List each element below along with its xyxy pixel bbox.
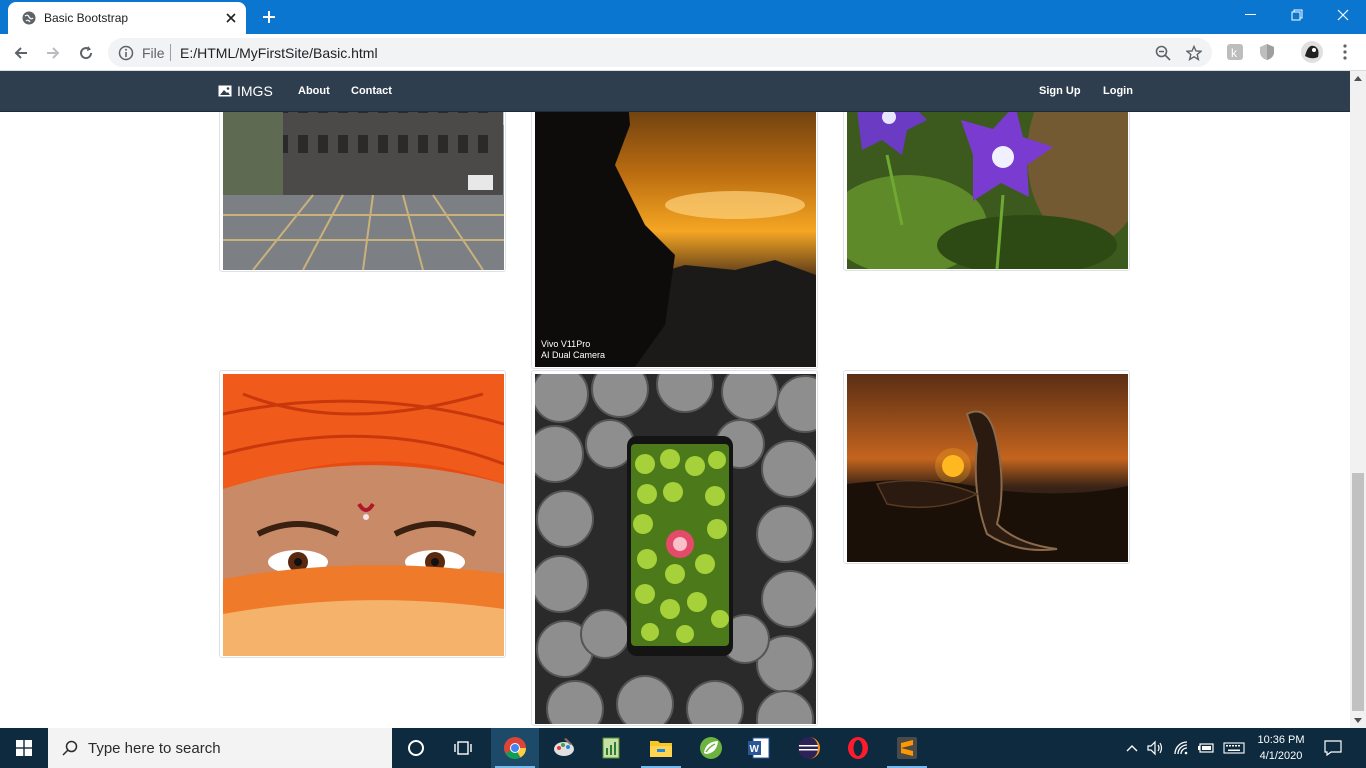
svg-text:k: k: [1231, 46, 1238, 60]
sunset-leaf-photo: [847, 374, 1128, 562]
zoom-icon[interactable]: [1154, 44, 1172, 62]
restore-icon[interactable]: [1274, 0, 1320, 30]
gallery-image-sunset-leaf[interactable]: [843, 370, 1130, 564]
windows-taskbar: Type here to search W 10:36 PM 4/1/2020: [0, 728, 1366, 768]
windows-start-icon[interactable]: [0, 728, 48, 768]
clock-date: 4/1/2020: [1259, 750, 1303, 762]
cortana-icon[interactable]: [392, 728, 440, 768]
task-view-icon[interactable]: [440, 728, 488, 768]
file-explorer-icon[interactable]: [637, 728, 685, 768]
svg-text:W: W: [750, 744, 760, 755]
sublime-text-icon[interactable]: [883, 728, 931, 768]
nav-link-signup[interactable]: Sign Up: [1039, 85, 1081, 97]
scroll-down-arrow-icon[interactable]: [1354, 716, 1362, 724]
address-bar[interactable]: File E:/HTML/MyFirstSite/Basic.html: [108, 38, 1212, 67]
turban-portrait-photo: [223, 374, 504, 656]
brand-text: IMGS: [237, 83, 273, 99]
spring-tool-icon[interactable]: [687, 728, 735, 768]
notepad-taskbar-icon[interactable]: [588, 728, 636, 768]
gallery-image-sunset-silhouette[interactable]: Vivo V11Pro AI Dual Camera: [531, 71, 818, 369]
new-tab-icon[interactable]: [259, 7, 279, 27]
volume-icon[interactable]: [1146, 738, 1166, 758]
shield-icon[interactable]: [1257, 42, 1277, 62]
top-navbar: IMGS About Contact Sign Up Login: [0, 71, 1350, 112]
info-icon[interactable]: [118, 45, 134, 61]
notification-icon[interactable]: [1323, 738, 1343, 758]
caption-line-2: AI Dual Camera: [541, 350, 605, 360]
sunset-silhouette-photo: Vivo V11Pro AI Dual Camera: [535, 71, 816, 367]
back-arrow-icon[interactable]: [9, 41, 33, 65]
opera-taskbar-icon[interactable]: [834, 728, 882, 768]
chrome-taskbar-icon[interactable]: [491, 728, 539, 768]
close-window-icon[interactable]: [1320, 0, 1366, 30]
scroll-thumb[interactable]: [1352, 473, 1364, 711]
nav-link-contact[interactable]: Contact: [351, 85, 392, 97]
brand-link[interactable]: IMGS: [218, 83, 273, 99]
gallery-image-turban-portrait[interactable]: [219, 370, 506, 658]
browser-titlebar: Basic Bootstrap: [0, 0, 1366, 34]
nav-link-about[interactable]: About: [298, 85, 330, 97]
clock-time: 10:36 PM: [1257, 734, 1305, 746]
avatar[interactable]: [1300, 40, 1324, 64]
gallery-image-limes-phone[interactable]: [531, 370, 818, 726]
forward-arrow-icon[interactable]: [41, 41, 65, 65]
search-icon: [62, 740, 78, 756]
globe-icon: [22, 11, 36, 25]
eclipse-taskbar-icon[interactable]: [785, 728, 833, 768]
tab-title: Basic Bootstrap: [44, 11, 129, 25]
browser-tab[interactable]: Basic Bootstrap: [8, 2, 246, 34]
nav-link-login[interactable]: Login: [1103, 85, 1133, 97]
page-viewport: Vivo V11Pro AI Dual Camera IMGS About Co…: [0, 71, 1350, 728]
minimize-icon[interactable]: [1228, 0, 1274, 30]
image-icon: [218, 85, 232, 97]
battery-icon[interactable]: [1196, 738, 1216, 758]
url-text[interactable]: E:/HTML/MyFirstSite/Basic.html: [180, 45, 378, 61]
omnibox-divider: [170, 44, 171, 61]
reload-icon[interactable]: [74, 41, 98, 65]
chevron-up-icon[interactable]: [1122, 738, 1142, 758]
close-tab-icon[interactable]: [222, 9, 240, 27]
page-scrollbar[interactable]: [1350, 71, 1366, 728]
taskbar-search[interactable]: Type here to search: [48, 728, 392, 768]
caption-line-1: Vivo V11Pro: [541, 339, 590, 349]
star-icon[interactable]: [1185, 44, 1203, 62]
extension-k-icon[interactable]: k: [1225, 42, 1245, 62]
wifi-icon[interactable]: [1172, 738, 1192, 758]
taskbar-clock[interactable]: 10:36 PM 4/1/2020: [1250, 732, 1312, 764]
paint-taskbar-icon[interactable]: [540, 728, 588, 768]
menu-dots-icon[interactable]: [1335, 42, 1355, 62]
word-taskbar-icon[interactable]: W: [735, 728, 783, 768]
browser-toolbar: File E:/HTML/MyFirstSite/Basic.html k: [0, 34, 1366, 71]
file-label: File: [142, 45, 165, 61]
scroll-up-arrow-icon[interactable]: [1354, 75, 1362, 83]
limes-phone-photo: [535, 374, 816, 724]
search-placeholder: Type here to search: [88, 740, 221, 757]
keyboard-icon[interactable]: [1222, 738, 1246, 758]
